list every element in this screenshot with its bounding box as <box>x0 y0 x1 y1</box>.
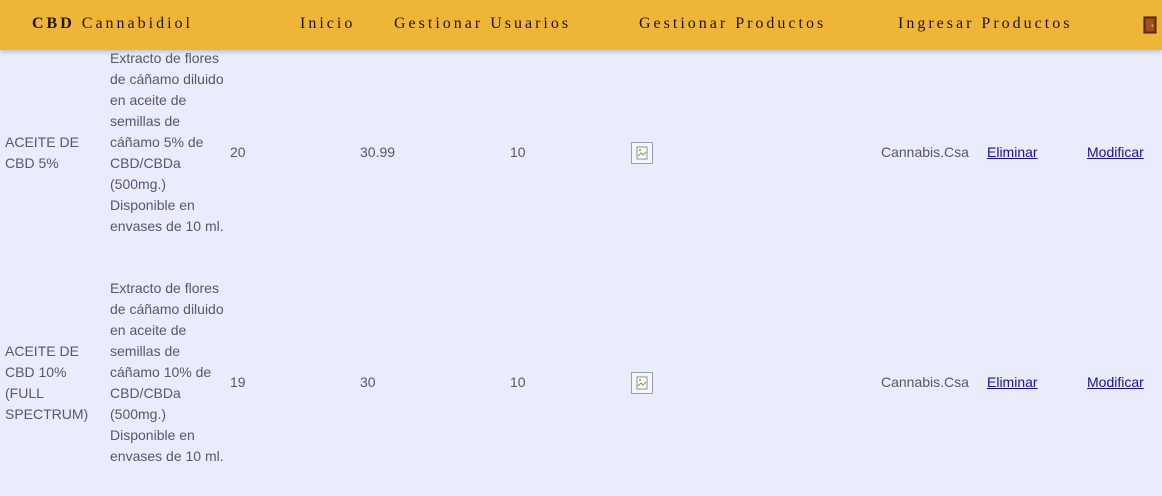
brand-bold: CBD <box>32 15 75 32</box>
product-provider: Cannabis.Csa <box>881 144 969 160</box>
page: CBD Cannabidiol Inicio Gestionar Usuario… <box>0 0 1162 496</box>
nav-gestionar-productos[interactable]: Gestionar Productos <box>639 15 826 33</box>
product-stock: 19 <box>230 374 246 390</box>
product-name: ACEITE DE CBD 5% <box>5 134 79 171</box>
product-description: Extracto de flores de cáñamo diluido en … <box>110 280 224 464</box>
product-description: Extracto de flores de cáñamo diluido en … <box>110 50 224 234</box>
modify-link[interactable]: Modificar <box>1087 372 1144 393</box>
product-provider: Cannabis.Csa <box>881 374 969 390</box>
brand-name: Cannabidiol <box>81 15 193 32</box>
door-icon[interactable] <box>1143 16 1157 34</box>
product-stock: 20 <box>230 144 246 160</box>
top-navbar: CBD Cannabidiol Inicio Gestionar Usuario… <box>0 0 1162 50</box>
product-price: 30.99 <box>360 144 396 160</box>
table-row: ACEITE DE CBD 5% Extracto de flores de c… <box>0 48 1162 268</box>
nav-inicio[interactable]: Inicio <box>300 15 355 33</box>
table-row: ACEITE DE CBD 10% (FULL SPECTRUM) Extrac… <box>0 278 1162 496</box>
nav-ingresar-productos[interactable]: Ingresar Productos <box>898 15 1072 33</box>
broken-image-glyph <box>636 146 648 160</box>
delete-link[interactable]: Eliminar <box>987 372 1038 393</box>
broken-image-icon <box>631 142 653 164</box>
delete-link[interactable]: Eliminar <box>987 142 1038 163</box>
broken-image-glyph <box>636 376 648 390</box>
product-discount: 10 <box>510 374 526 390</box>
product-price: 30 <box>360 374 376 390</box>
nav-gestionar-usuarios[interactable]: Gestionar Usuarios <box>394 15 571 33</box>
brand-logo[interactable]: CBD Cannabidiol <box>32 15 193 33</box>
product-discount: 10 <box>510 144 526 160</box>
modify-link[interactable]: Modificar <box>1087 142 1144 163</box>
broken-image-icon <box>631 372 653 394</box>
product-name: ACEITE DE CBD 10% (FULL SPECTRUM) <box>5 343 89 422</box>
